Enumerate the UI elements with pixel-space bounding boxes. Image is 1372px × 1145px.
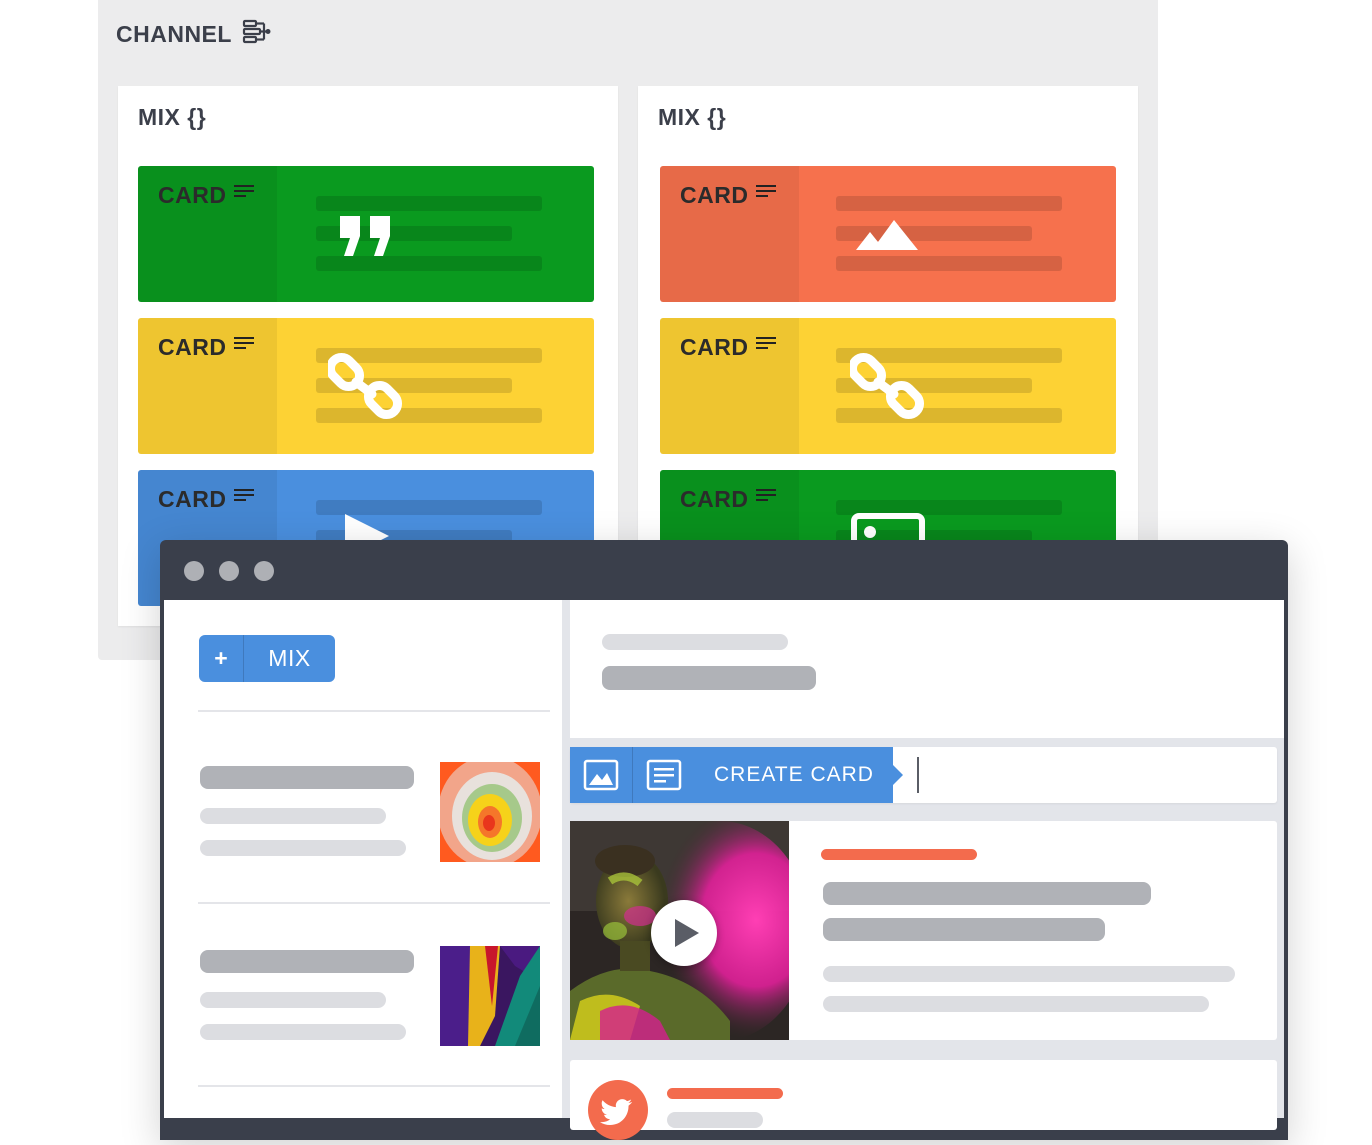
card-link[interactable]: CARD — [660, 318, 1116, 454]
twitter-icon — [588, 1080, 648, 1140]
mix-column-title: MIX {} — [138, 104, 207, 130]
placeholder-title — [200, 766, 414, 789]
text-cursor — [917, 757, 919, 793]
social-card[interactable] — [570, 1060, 1277, 1140]
placeholder-line — [836, 256, 1062, 271]
card-label: CARD — [158, 486, 227, 512]
accent-bar — [821, 849, 977, 860]
text-lines-icon — [234, 185, 255, 197]
quote-icon — [340, 216, 390, 256]
placeholder-title — [602, 666, 816, 690]
text-icon — [646, 759, 682, 791]
mix-column-title: MIX {} — [658, 104, 727, 130]
text-lines-icon — [756, 337, 777, 349]
placeholder-line — [316, 256, 542, 271]
card-image[interactable]: CARD — [660, 166, 1116, 302]
divider — [198, 1085, 550, 1087]
close-dot[interactable] — [184, 561, 204, 581]
add-image-button[interactable] — [570, 747, 633, 803]
placeholder-title — [823, 882, 1151, 905]
text-lines-icon — [756, 489, 777, 501]
create-card-button[interactable]: CREATE CARD — [695, 747, 903, 803]
card-label: CARD — [680, 334, 749, 360]
placeholder-line — [836, 196, 1062, 211]
mix-thumbnail — [440, 762, 540, 862]
add-mix-button[interactable]: + MIX — [199, 635, 335, 682]
card-label: CARD — [680, 486, 749, 512]
placeholder-line — [200, 840, 406, 856]
channel-header: CHANNEL — [116, 18, 272, 50]
card-link[interactable]: CARD — [138, 318, 594, 454]
card-label: CARD — [158, 334, 227, 360]
pane-divider — [562, 600, 570, 1118]
image-icon — [583, 759, 619, 791]
placeholder-line — [602, 634, 788, 650]
placeholder-line — [316, 196, 542, 211]
placeholder-line — [823, 966, 1235, 982]
video-thumbnail — [570, 821, 789, 1040]
mountain-icon — [856, 220, 918, 250]
divider — [198, 710, 550, 712]
plus-icon: + — [199, 635, 244, 682]
accent-bar — [667, 1088, 783, 1099]
channel-title: CHANNEL — [116, 20, 232, 47]
placeholder-line — [667, 1112, 763, 1128]
link-icon — [850, 352, 925, 420]
add-text-button[interactable] — [633, 747, 696, 803]
channel-structure-icon — [242, 18, 272, 50]
text-lines-icon — [234, 489, 255, 501]
mix-header — [570, 600, 1284, 738]
text-lines-icon — [234, 337, 255, 349]
link-icon — [328, 352, 403, 420]
card-label: CARD — [158, 182, 227, 208]
mix-thumbnail — [440, 946, 540, 1046]
card-label: CARD — [680, 182, 749, 208]
video-card[interactable] — [570, 821, 1277, 1040]
create-card-toolbar: CREATE CARD — [570, 747, 1277, 803]
placeholder-title — [823, 918, 1105, 941]
mix-list-item[interactable] — [198, 750, 550, 870]
text-lines-icon — [756, 185, 777, 197]
minimize-dot[interactable] — [219, 561, 239, 581]
placeholder-line — [200, 1024, 406, 1040]
zoom-dot[interactable] — [254, 561, 274, 581]
placeholder-line — [823, 996, 1209, 1012]
add-mix-label: MIX — [268, 645, 311, 671]
play-button[interactable] — [651, 900, 717, 966]
mix-list-item[interactable] — [198, 934, 550, 1054]
card-quote[interactable]: CARD — [138, 166, 594, 302]
divider — [198, 902, 550, 904]
placeholder-title — [200, 950, 414, 973]
placeholder-line — [200, 808, 386, 824]
play-icon — [675, 919, 699, 947]
placeholder-line — [200, 992, 386, 1008]
